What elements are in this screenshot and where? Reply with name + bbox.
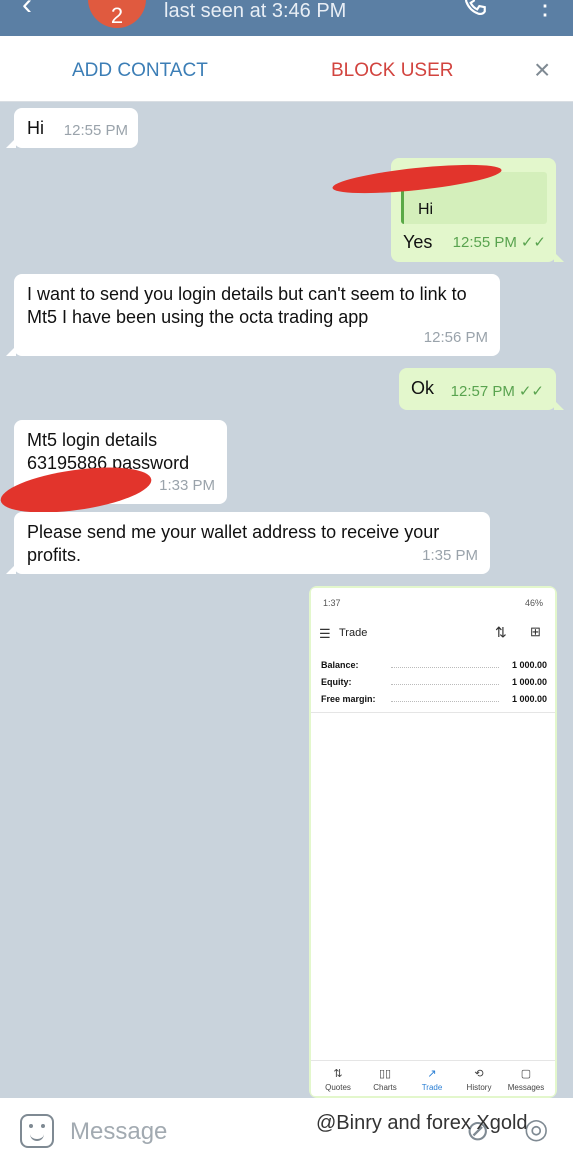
nav-quotes: ⇅ Quotes [315, 1067, 361, 1092]
equity-row: Equity: 1 000.00 [321, 677, 547, 693]
message-time-wrap: 12:55 PM ✓✓ [453, 231, 546, 254]
message-time: 12:57 PM [450, 383, 515, 400]
message-incoming[interactable]: Hi 12:55 PM [6, 108, 138, 148]
chat-header: ‹ 2 last seen at 3:46 PM ⋮ [0, 0, 573, 36]
message-text: Please send me your wallet address to re… [27, 522, 440, 565]
message-time: 12:55 PM [63, 122, 128, 139]
double-check-icon: ✓✓ [518, 383, 544, 400]
quotes-icon: ⇅ [333, 1068, 343, 1080]
balance-row: Balance: 1 000.00 [321, 660, 547, 676]
nav-label: History [466, 1083, 492, 1092]
nav-history: ⟲ History [456, 1067, 502, 1092]
message-text: I want to send you login details but can… [27, 284, 467, 327]
nav-label: Trade [421, 1083, 443, 1092]
block-user-button[interactable]: BLOCK USER [331, 60, 453, 82]
nav-charts: ▯▯ Charts [362, 1067, 408, 1092]
message-time: 12:55 PM [452, 234, 517, 251]
charts-icon: ▯▯ [378, 1068, 392, 1080]
back-arrow-icon[interactable]: ‹ [22, 0, 32, 22]
row-label: Free margin: [321, 694, 376, 704]
mic-icon[interactable]: ◎ [524, 1112, 548, 1145]
messages-icon: ▢ [520, 1068, 532, 1080]
phone-status-time: 1:37 [323, 598, 341, 608]
row-label: Equity: [321, 677, 352, 687]
app-bottom-nav: ⇅ Quotes ▯▯ Charts ↗ Trade ⟲ History ▢ Messag… [311, 1060, 555, 1096]
avatar[interactable]: 2 [88, 0, 146, 28]
close-icon[interactable]: × [534, 56, 550, 84]
phone-battery: 46% [524, 598, 543, 608]
message-text: Yes [403, 232, 433, 252]
nav-label: Quotes [325, 1083, 351, 1092]
double-check-icon: ✓✓ [520, 234, 546, 251]
hamburger-menu-icon: ☰ [319, 626, 331, 641]
message-time: 1:35 PM [422, 547, 478, 564]
nav-label: Charts [373, 1083, 397, 1092]
message-input[interactable]: Message [70, 1118, 167, 1146]
add-contact-button[interactable]: ADD CONTACT [72, 60, 208, 82]
app-title: Trade [339, 627, 368, 639]
last-seen-status: last seen at 3:46 PM [164, 0, 347, 22]
app-toolbar: ☰ Trade ⇅ ⊞ [311, 616, 555, 650]
row-value: 1 000.00 [511, 694, 547, 704]
image-message[interactable]: 1:37 46% ☰ Trade ⇅ ⊞ Balance: 1 000.00 E… [309, 586, 557, 1098]
message-incoming[interactable]: Please send me your wallet address to re… [6, 512, 490, 574]
more-vertical-icon[interactable]: ⋮ [532, 0, 558, 21]
free-margin-row: Free margin: 1 000.00 [321, 694, 547, 710]
message-outgoing[interactable]: Ok 12:57 PM ✓✓ [399, 368, 564, 410]
message-text: Hi [27, 118, 44, 138]
nav-trade: ↗ Trade [409, 1067, 455, 1092]
row-value: 1 000.00 [511, 677, 547, 687]
message-time: 12:56 PM [423, 329, 488, 346]
new-order-icon: ⊞ [530, 624, 541, 639]
nav-messages: ▢ Messages [503, 1067, 549, 1092]
message-incoming[interactable]: I want to send you login details but can… [6, 274, 500, 356]
sort-icon: ⇅ [495, 624, 507, 640]
emoji-icon[interactable] [20, 1114, 54, 1148]
message-text: Ok [411, 378, 435, 398]
message-time-wrap: 12:57 PM ✓✓ [451, 380, 544, 403]
row-value: 1 000.00 [511, 660, 547, 670]
phone-icon[interactable] [462, 0, 488, 18]
trade-icon: ↗ [427, 1068, 437, 1080]
history-icon: ⟲ [474, 1068, 484, 1080]
row-label: Balance: [321, 660, 359, 670]
watermark: @Binry and forex Xgold [316, 1112, 528, 1134]
trading-app-screenshot[interactable]: 1:37 46% ☰ Trade ⇅ ⊞ Balance: 1 000.00 E… [311, 588, 555, 1096]
reply-quote-text: Hi [418, 201, 434, 218]
nav-label: Messages [507, 1083, 545, 1092]
contact-action-bar: ADD CONTACT BLOCK USER × [0, 36, 573, 102]
message-time: 1:33 PM [159, 477, 215, 494]
